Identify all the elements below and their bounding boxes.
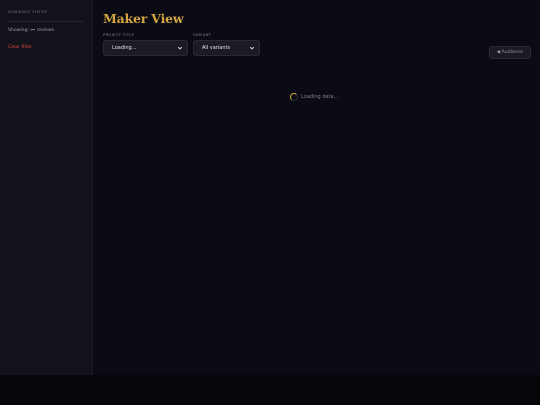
project-title-select[interactable]: Loading... bbox=[103, 40, 188, 56]
showing-count: Showing: — reviews bbox=[8, 28, 84, 33]
variant-control: VARIANT All variants bbox=[193, 33, 260, 56]
loading-spinner-icon bbox=[290, 93, 298, 101]
page-title: Maker View bbox=[103, 11, 184, 26]
sidebar: AUDIENCE FILTER Showing: — reviews Clear… bbox=[0, 0, 93, 375]
variant-value: All variants bbox=[202, 45, 231, 51]
variant-label: VARIANT bbox=[193, 33, 212, 37]
project-control: PROJECT TITLE Loading... bbox=[103, 33, 188, 56]
footer-band bbox=[0, 375, 540, 405]
showing-value: — bbox=[30, 28, 36, 33]
app: AUDIENCE FILTER Showing: — reviews Clear… bbox=[0, 0, 540, 375]
loading-indicator: Loading data... bbox=[290, 93, 338, 101]
clear-filter-link[interactable]: Clear filter bbox=[8, 45, 32, 50]
main-panel: Maker View PROJECT TITLE Loading... VARI… bbox=[93, 0, 540, 375]
controls-row: PROJECT TITLE Loading... VARIANT All var… bbox=[103, 33, 530, 56]
project-title-value: Loading... bbox=[112, 45, 137, 51]
variant-select[interactable]: All variants bbox=[193, 40, 260, 56]
showing-prefix: Showing: bbox=[8, 28, 30, 33]
showing-suffix: reviews bbox=[36, 28, 55, 33]
sidebar-heading: AUDIENCE FILTER bbox=[8, 9, 84, 22]
loading-text: Loading data... bbox=[301, 94, 339, 100]
chevron-down-icon bbox=[177, 45, 183, 51]
chevron-down-icon bbox=[249, 45, 255, 51]
audience-toggle-button[interactable]: ◀ Audience bbox=[488, 46, 531, 59]
project-title-label: PROJECT TITLE bbox=[103, 33, 135, 37]
